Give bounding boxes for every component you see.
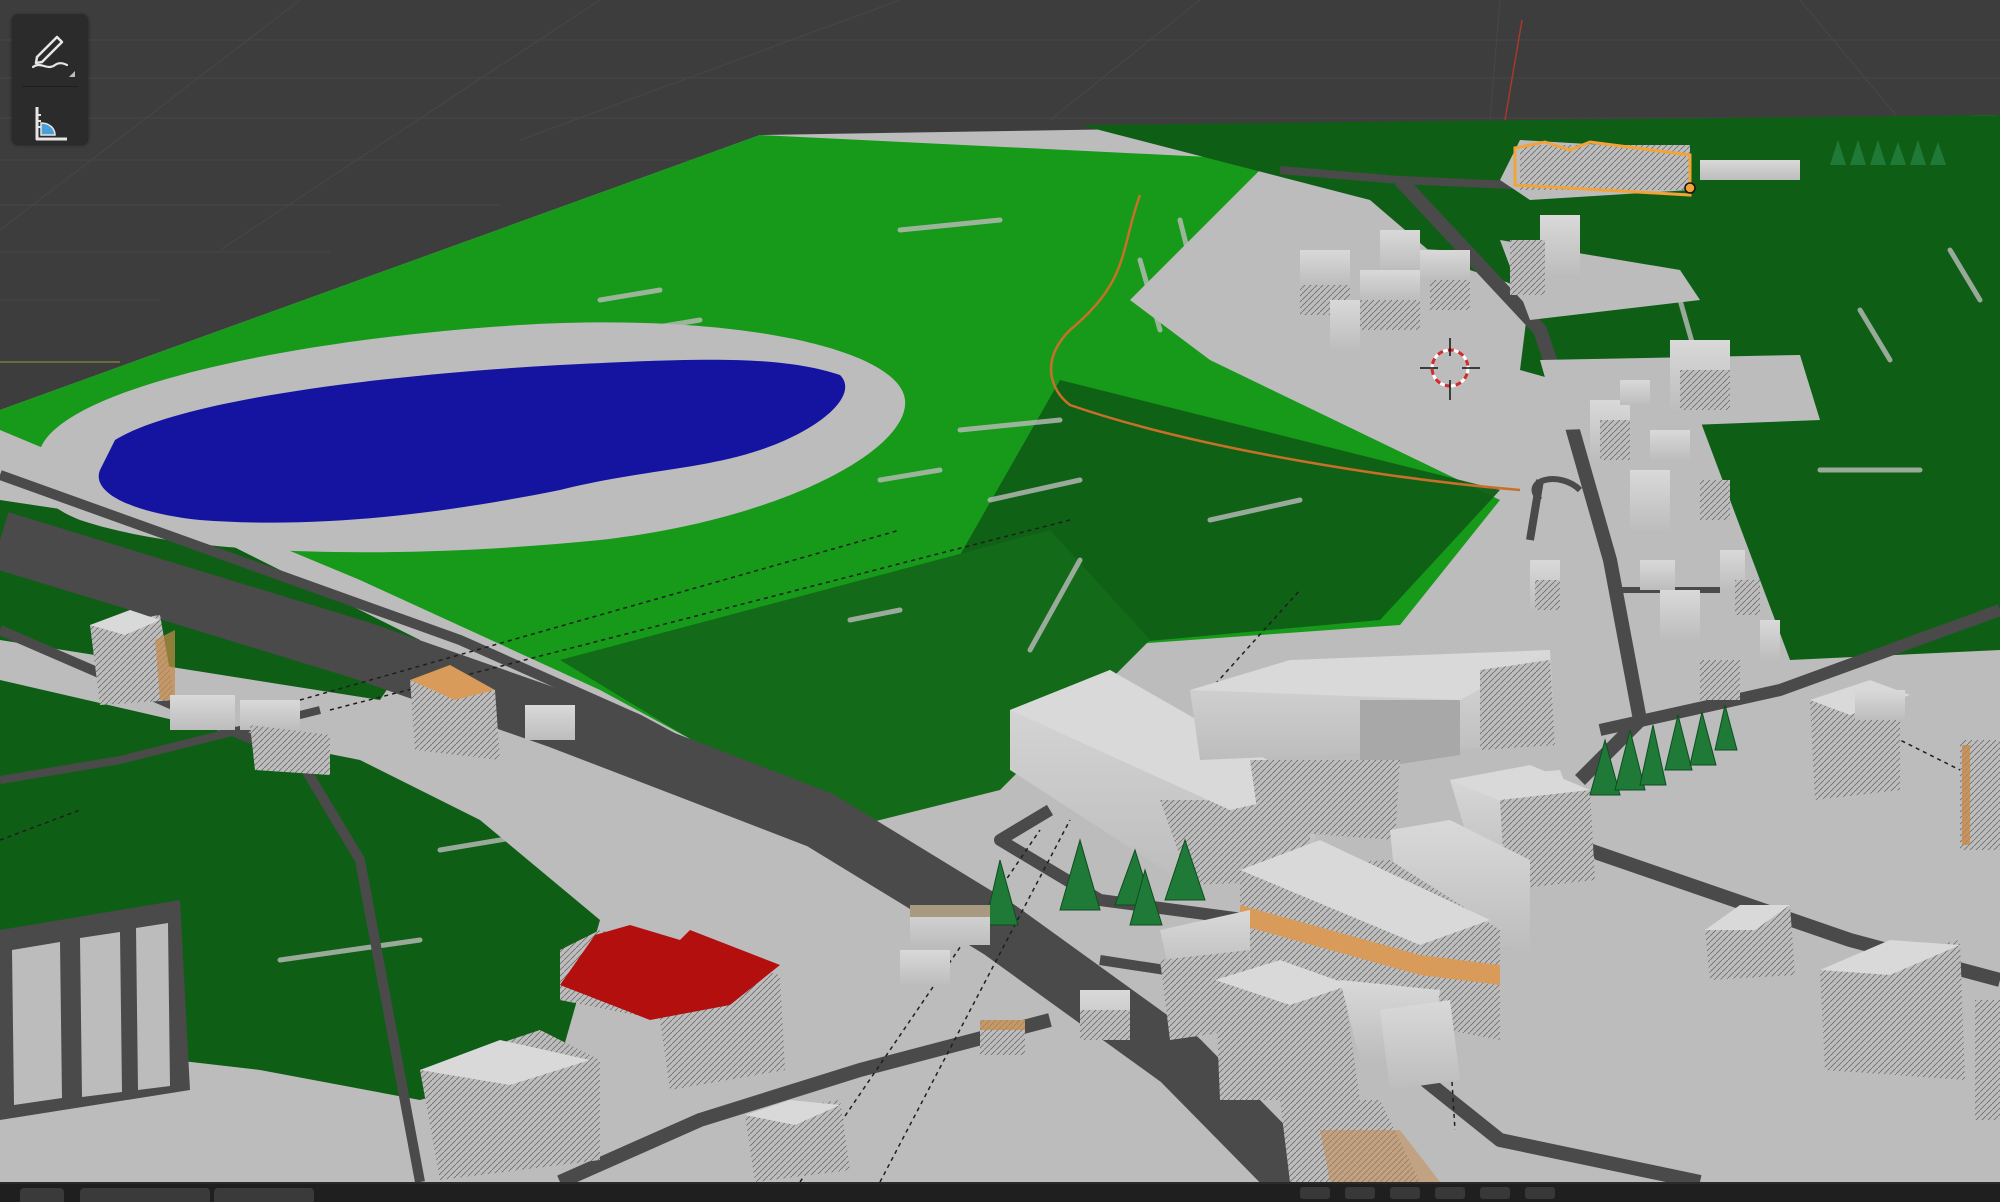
tool-options-indicator xyxy=(69,71,75,77)
3d-viewport[interactable] xyxy=(0,0,2000,1182)
status-chip[interactable] xyxy=(1345,1187,1375,1199)
measure-tool-button[interactable] xyxy=(22,98,78,154)
annotate-pencil-icon xyxy=(27,27,73,77)
viewport-toolbar xyxy=(12,14,88,144)
annotate-tool-button[interactable] xyxy=(22,24,78,80)
measure-ruler-icon xyxy=(27,101,73,151)
status-chip[interactable] xyxy=(1480,1187,1510,1199)
toolbar-separator xyxy=(22,86,78,87)
status-chip[interactable] xyxy=(1525,1187,1555,1199)
parking-lot xyxy=(0,900,190,1120)
status-chip[interactable] xyxy=(1300,1187,1330,1199)
city-scene[interactable] xyxy=(0,0,2000,1182)
status-chip[interactable] xyxy=(1390,1187,1420,1199)
status-chip[interactable] xyxy=(1435,1187,1465,1199)
status-bar xyxy=(0,1182,2000,1202)
y-axis-line xyxy=(1504,19,1523,121)
